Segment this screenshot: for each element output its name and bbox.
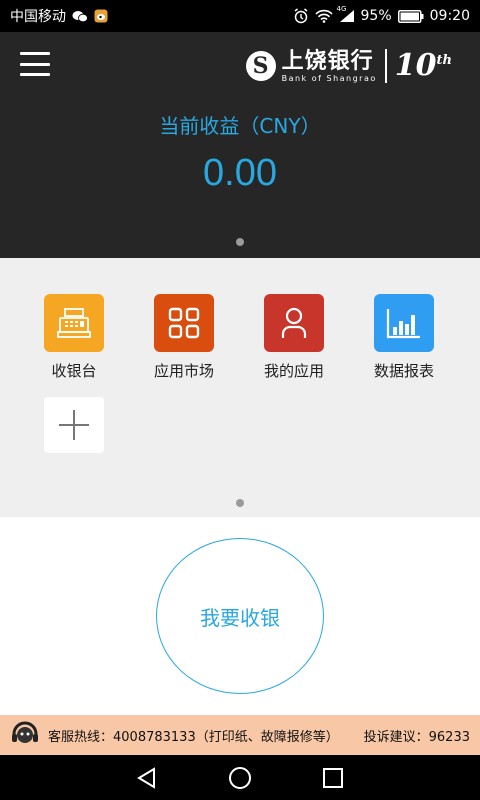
battery-icon [397, 9, 424, 23]
add-app-button[interactable] [44, 397, 104, 453]
main-panel: 我要收银 [0, 517, 480, 715]
bank-logo: S 上饶银行 Bank of Shangrao 10th [245, 42, 452, 90]
home-circle-icon [228, 766, 251, 789]
bar-chart-icon [374, 294, 434, 352]
anniversary-suffix: th [436, 53, 452, 68]
recents-square-icon [323, 767, 344, 788]
anniversary-number: 10 [394, 48, 437, 83]
page-indicator-dot [236, 238, 244, 246]
weibo-icon [94, 9, 108, 23]
recents-button[interactable] [318, 763, 348, 793]
back-triangle-icon [136, 766, 155, 789]
logo-divider [384, 49, 387, 83]
app-market[interactable]: 应用市场 [129, 294, 239, 381]
clock-time: 09:20 [429, 8, 470, 24]
hotline-text: 客服热线：4008783133（打印纸、故障报修等） [48, 729, 339, 745]
battery-percent: 95% [360, 8, 392, 24]
headset-icon [10, 720, 40, 750]
system-nav-bar [0, 755, 480, 800]
app-label-market: 应用市场 [153, 362, 214, 380]
complaint-text: 投诉建议：96233 [363, 729, 470, 745]
home-button[interactable] [225, 763, 255, 793]
app-reports[interactable]: 数据报表 [349, 294, 459, 381]
alarm-icon [293, 8, 309, 24]
page-indicator-dot [236, 499, 244, 507]
hamburger-line [20, 73, 50, 76]
hamburger-line [20, 52, 50, 55]
app-label-cashier: 收银台 [51, 362, 97, 380]
app-grid: 收银台 应用市场 我的应用 数据报表 [0, 258, 480, 517]
plus-icon [59, 410, 89, 440]
earnings-value: 0.00 [203, 152, 277, 194]
back-button[interactable] [132, 763, 162, 793]
bank-name-en: Bank of Shangrao [281, 73, 377, 83]
app-grid-icon [154, 294, 214, 352]
app-label-reports: 数据报表 [373, 362, 434, 380]
status-bar: 中国移动 4G 95% 09:20 [0, 0, 480, 32]
hamburger-line [20, 62, 50, 66]
carrier-label: 中国移动 [10, 9, 66, 25]
earnings-label: 当前收益（CNY） [159, 114, 321, 138]
cash-register-icon [44, 294, 104, 352]
app-cashier[interactable]: 收银台 [19, 294, 129, 381]
app-label-my-apps: 我的应用 [263, 362, 324, 380]
menu-button[interactable] [20, 52, 50, 76]
hotline-bar: 客服热线：4008783133（打印纸、故障报修等） 投诉建议：96233 [0, 715, 480, 755]
bank-name-cn: 上饶银行 [281, 47, 374, 74]
header-panel: S 上饶银行 Bank of Shangrao 10th 当前收益（CNY） 0… [0, 32, 480, 258]
bank-logo-icon: S [245, 51, 276, 81]
network-type-label: 4G [336, 5, 347, 13]
wechat-icon [72, 10, 88, 23]
start-cashier-button[interactable]: 我要收银 [156, 538, 324, 694]
user-icon [264, 294, 324, 352]
signal-icon: 4G [337, 5, 355, 23]
app-my-apps[interactable]: 我的应用 [239, 294, 349, 381]
anniversary-logo: 10th [395, 51, 452, 81]
wifi-icon [314, 9, 333, 23]
